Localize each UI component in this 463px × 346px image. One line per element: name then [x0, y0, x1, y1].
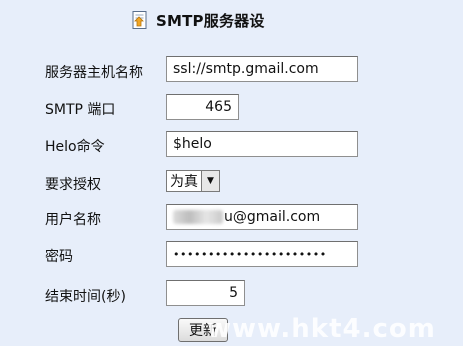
- settings-document-icon: [130, 10, 150, 30]
- watermark: www.hkt4.com: [207, 314, 436, 344]
- helo-label: Helo命令: [45, 139, 105, 155]
- page-title: SMTP服务器设: [156, 11, 265, 30]
- auth-select-value: 为真: [170, 174, 198, 190]
- blurred-username-part: [173, 210, 223, 224]
- password-input[interactable]: ••••••••••••••••••••••: [166, 241, 358, 267]
- timeout-label: 结束时间(秒): [45, 289, 126, 305]
- port-label: SMTP 端口: [45, 102, 116, 118]
- host-label: 服务器主机名称: [45, 65, 143, 81]
- auth-select[interactable]: 为真 ▼: [166, 170, 220, 192]
- username-input[interactable]: u@gmail.com: [166, 204, 358, 230]
- auth-label: 要求授权: [45, 177, 101, 193]
- username-label: 用户名称: [45, 212, 101, 228]
- helo-input[interactable]: $helo: [166, 131, 358, 157]
- port-input[interactable]: 465: [166, 94, 239, 120]
- dropdown-arrow-icon[interactable]: ▼: [201, 171, 219, 191]
- page-title-row: SMTP服务器设: [130, 8, 265, 32]
- timeout-input[interactable]: 5: [166, 280, 245, 306]
- host-input[interactable]: ssl://smtp.gmail.com: [166, 56, 358, 82]
- password-label: 密码: [45, 249, 73, 265]
